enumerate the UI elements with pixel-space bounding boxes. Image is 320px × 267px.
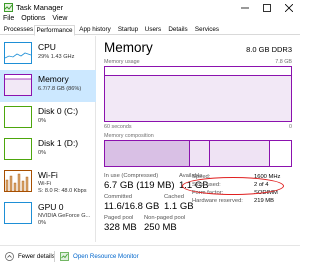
tab-details[interactable]: Details (165, 25, 191, 35)
fewer-details-label: Fewer details (18, 253, 55, 260)
memory-panel: Memory 8.0 GB DDR3 Memory usage 7.8 GB 6… (104, 36, 296, 242)
sidebar-item-detail: 6.7/7.8 GB (86%) (38, 86, 82, 92)
sidebar-item-detail-2: S: 8.0 R: 48.0 Kbps (38, 188, 87, 194)
graph-zero-label: 0 (289, 124, 292, 130)
cpu-thumbnail-graph (4, 42, 32, 64)
sidebar-item-detail-2: 0% (38, 220, 47, 226)
close-button[interactable] (278, 0, 300, 15)
sidebar-item-detail: 0% (38, 118, 47, 124)
gpu-thumbnail-graph (4, 202, 32, 224)
close-icon (285, 3, 293, 12)
sidebar-item-detail: Wi-Fi (38, 181, 52, 187)
tab-performance[interactable]: Performance (34, 25, 75, 36)
sidebar-item-detail: 0% (38, 150, 47, 156)
title-bar: Task Manager (0, 0, 300, 15)
sidebar-item-title: GPU 0 (38, 202, 64, 212)
sidebar-item-detail: 29% 1.43 GHz (38, 54, 75, 60)
memory-thumbnail-graph (4, 74, 32, 96)
resource-monitor-icon (60, 252, 69, 261)
in-use-label: In use (Compressed) (104, 173, 159, 179)
disk-thumbnail-graph (4, 106, 32, 128)
resource-sidebar: CPU 29% 1.43 GHz Memory 6.7/7.8 GB (86%)… (0, 36, 96, 242)
committed-label: Committed (104, 194, 133, 200)
sidebar-item-cpu[interactable]: CPU 29% 1.43 GHz (0, 38, 96, 70)
window-title: Task Manager (16, 3, 64, 12)
graph-time-label: 60 seconds (104, 124, 132, 130)
sidebar-item-title: Disk 1 (D:) (38, 138, 79, 148)
tab-processes[interactable]: Processes (3, 25, 34, 35)
sidebar-item-gpu[interactable]: GPU 0 NVIDIA GeForce G... 0% (0, 198, 96, 230)
sidebar-item-memory[interactable]: Memory 6.7/7.8 GB (86%) (0, 70, 96, 102)
hardware-reserved-value: 219 MB (254, 198, 274, 204)
paged-pool-label: Paged pool (104, 215, 134, 221)
network-thumbnail-graph (4, 170, 32, 192)
sidebar-item-disk-1[interactable]: Disk 1 (D:) 0% (0, 134, 96, 166)
memory-capacity: 8.0 GB DDR3 (246, 45, 292, 54)
memory-usage-fill (105, 74, 291, 121)
sidebar-item-title: Memory (38, 74, 69, 84)
footer-divider (54, 251, 55, 262)
committed-value: 11.6/16.8 GB (104, 201, 160, 212)
minimize-button[interactable] (234, 0, 256, 15)
composition-in-use (105, 141, 190, 166)
usage-graph-label: Memory usage (104, 59, 140, 65)
task-manager-icon (4, 3, 13, 12)
memory-composition-bar (104, 140, 292, 167)
composition-free (270, 141, 291, 166)
sidebar-item-wifi[interactable]: Wi-Fi Wi-Fi S: 8.0 R: 48.0 Kbps (0, 166, 96, 198)
chevron-up-circle-icon (5, 252, 14, 261)
menu-options[interactable]: Options (21, 15, 45, 25)
menu-view[interactable]: View (52, 15, 67, 25)
sidebar-item-title: Wi-Fi (38, 170, 58, 180)
tab-users[interactable]: Users (142, 25, 164, 35)
fewer-details-button[interactable]: Fewer details (5, 252, 55, 261)
cached-value: 1.1 GB (164, 201, 194, 212)
hardware-reserved-label: Hardware reserved: (192, 198, 243, 204)
in-use-value: 6.7 GB (119 MB) (104, 180, 175, 191)
maximize-button[interactable] (256, 0, 278, 15)
disk-thumbnail-graph (4, 138, 32, 160)
cached-label: Cached (164, 194, 184, 200)
memory-usage-graph (104, 66, 292, 122)
menu-file[interactable]: File (3, 15, 14, 25)
sidebar-item-disk-0[interactable]: Disk 0 (C:) 0% (0, 102, 96, 134)
sidebar-item-detail: NVIDIA GeForce G... (38, 213, 91, 219)
composition-modified (190, 141, 210, 166)
usage-graph-max: 7.8 GB (275, 59, 292, 65)
red-highlight-ellipse (182, 177, 284, 195)
menu-bar: File Options View (0, 15, 67, 25)
footer-bar: Fewer details Open Resource Monitor (0, 245, 300, 267)
maximize-icon (263, 3, 271, 12)
composition-standby (210, 141, 270, 166)
minimize-icon (241, 7, 249, 8)
open-resource-monitor-link[interactable]: Open Resource Monitor (60, 252, 139, 261)
non-paged-pool-label: Non-paged pool (144, 215, 186, 221)
paged-pool-value: 328 MB (104, 222, 137, 233)
panel-title: Memory (104, 40, 153, 55)
tab-startup[interactable]: Startup (115, 25, 141, 35)
tab-services[interactable]: Services (192, 25, 222, 35)
composition-graph-label: Memory composition (104, 133, 154, 139)
tab-bar: Processes Performance App history Startu… (0, 25, 300, 36)
non-paged-pool-value: 250 MB (144, 222, 177, 233)
tab-app-history[interactable]: App history (76, 25, 114, 35)
resource-monitor-label: Open Resource Monitor (73, 253, 139, 260)
sidebar-item-title: CPU (38, 42, 56, 52)
sidebar-item-title: Disk 0 (C:) (38, 106, 79, 116)
